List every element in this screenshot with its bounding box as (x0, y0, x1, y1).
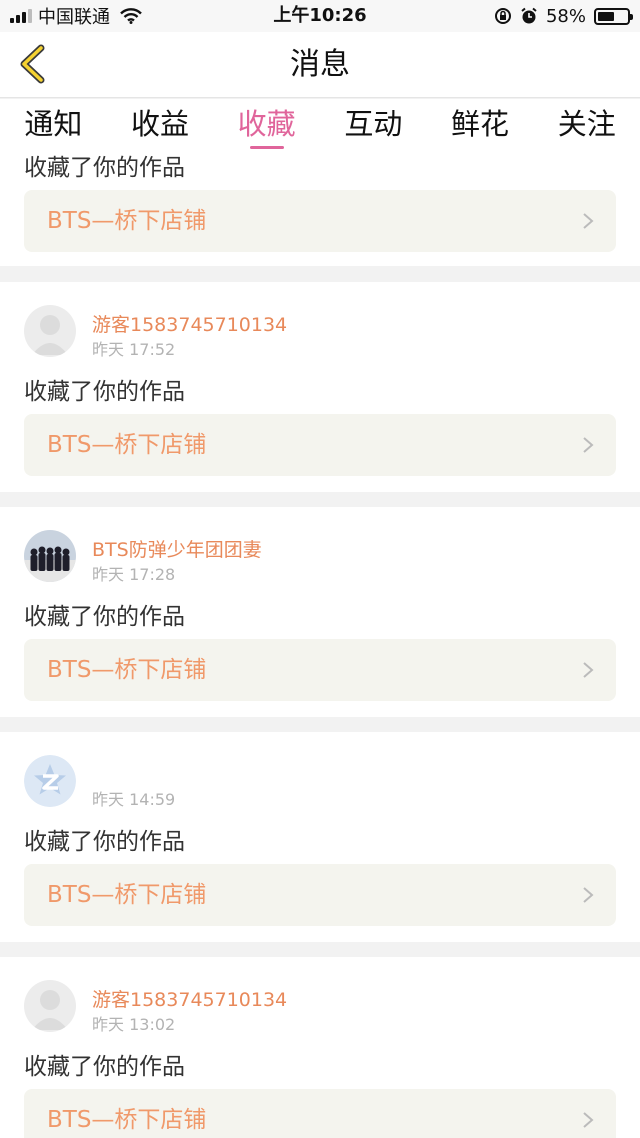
username[interactable]: 游客1583745710134 (92, 310, 287, 337)
active-tab-indicator (249, 146, 284, 149)
tab-earnings[interactable]: 收益 (107, 99, 214, 151)
chevron-right-icon (583, 662, 594, 678)
tab-favorites[interactable]: 收藏 (213, 99, 320, 151)
action-text: 收藏了你的作品 (24, 155, 185, 181)
tab-label: 通知 (24, 107, 83, 141)
chevron-right-icon (583, 1112, 594, 1128)
action-text: 收藏了你的作品 (24, 604, 185, 630)
list-item: 游客1583745710134 昨天 17:52 收藏了你的作品 BTS—桥下店… (0, 282, 640, 492)
default-avatar[interactable] (24, 980, 76, 1032)
tab-label: 收藏 (237, 107, 296, 141)
chevron-right-icon (583, 887, 594, 903)
chevron-right-icon (583, 213, 594, 229)
username[interactable]: 游客1583745710134 (92, 985, 287, 1012)
message-feed[interactable]: 收藏了你的作品 BTS—桥下店铺 游客1583745710134 昨天 17:5… (0, 151, 640, 1138)
timestamp: 昨天 14:59 (92, 790, 176, 809)
tab-label: 收益 (131, 107, 190, 141)
group-photo-avatar[interactable] (24, 530, 76, 582)
work-link[interactable]: BTS—桥下店铺 (24, 864, 616, 926)
list-item: BTS防弹少年团团妻 昨天 17:28 收藏了你的作品 BTS—桥下店铺 (0, 507, 640, 717)
timestamp: 昨天 17:28 (92, 565, 176, 584)
tab-label: 关注 (557, 107, 616, 141)
battery-percent: 58% (545, 5, 586, 27)
chevron-right-icon (583, 437, 594, 453)
work-title: BTS—桥下店铺 (47, 432, 207, 458)
status-right: 58% (494, 0, 633, 32)
work-title: BTS—桥下店铺 (47, 657, 207, 683)
alarm-icon (521, 7, 537, 24)
battery-fill (598, 11, 615, 21)
qq-logo-avatar[interactable] (24, 755, 76, 807)
work-title: BTS—桥下店铺 (47, 1107, 207, 1133)
work-title: BTS—桥下店铺 (47, 208, 207, 234)
timestamp: 昨天 13:02 (92, 1015, 176, 1034)
status-bar: 中国联通 上午10:26 58% (0, 0, 640, 32)
username[interactable]: BTS防弹少年团团妻 (92, 535, 262, 562)
action-text: 收藏了你的作品 (24, 1054, 185, 1080)
nav-bar: 消息 (0, 32, 640, 98)
action-text: 收藏了你的作品 (24, 379, 185, 405)
tab-label: 鲜花 (451, 107, 510, 141)
tab-flowers[interactable]: 鲜花 (427, 99, 534, 151)
tab-bar: 通知 收益 收藏 互动 鲜花 关注 (0, 99, 640, 151)
work-link[interactable]: BTS—桥下店铺 (24, 639, 616, 701)
battery-icon (594, 7, 633, 25)
tab-label: 互动 (344, 107, 403, 141)
timestamp: 昨天 17:52 (92, 340, 176, 359)
work-link[interactable]: BTS—桥下店铺 (24, 414, 616, 476)
page-title: 消息 (290, 47, 350, 82)
tab-follows[interactable]: 关注 (533, 99, 640, 151)
action-text: 收藏了你的作品 (24, 829, 185, 855)
orientation-lock-icon (494, 8, 511, 24)
default-avatar[interactable] (24, 305, 76, 357)
tab-interactions[interactable]: 互动 (320, 99, 427, 151)
work-link[interactable]: BTS—桥下店铺 (24, 1089, 616, 1138)
list-item: 收藏了你的作品 BTS—桥下店铺 (0, 151, 640, 266)
list-item: 游客1583745710134 昨天 13:02 收藏了你的作品 BTS—桥下店… (0, 957, 640, 1138)
work-link[interactable]: BTS—桥下店铺 (24, 190, 616, 252)
tab-notifications[interactable]: 通知 (0, 99, 107, 151)
work-title: BTS—桥下店铺 (47, 882, 207, 908)
list-item: 昨天 14:59 收藏了你的作品 BTS—桥下店铺 (0, 732, 640, 942)
